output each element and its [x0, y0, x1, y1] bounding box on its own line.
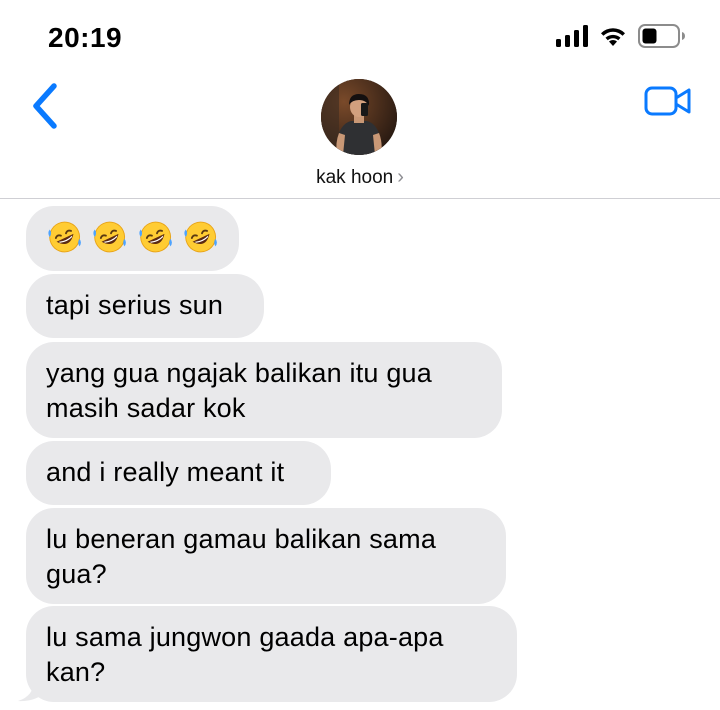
- emoji-row: [46, 219, 219, 254]
- message-bubble[interactable]: lu beneran gamau balikan sama gua?: [26, 508, 506, 604]
- messages-screen: 20:19 kak hoon › tapi serius sun yang gu…: [0, 0, 720, 710]
- chevron-right-icon: ›: [397, 166, 404, 188]
- message-bubble[interactable]: lu sama jungwon gaada apa-apa kan?: [26, 606, 517, 702]
- contact-name: kak hoon: [316, 167, 394, 188]
- rolling-on-floor-laughing-emoji: [184, 221, 217, 252]
- video-call-button[interactable]: [644, 84, 692, 118]
- avatar[interactable]: [321, 79, 397, 155]
- rolling-on-floor-laughing-emoji: [138, 221, 172, 252]
- avatar-photo: [321, 79, 397, 155]
- message-bubble[interactable]: tapi serius sun: [26, 274, 264, 338]
- header-divider: [0, 198, 720, 199]
- message-bubble[interactable]: and i really meant it: [26, 441, 331, 505]
- wifi-icon: [601, 28, 625, 46]
- message-bubble[interactable]: yang gua ngajak balikan itu gua masih sa…: [26, 342, 502, 438]
- video-camera-icon: [644, 86, 691, 116]
- battery-icon: [638, 24, 685, 48]
- contact-name-row[interactable]: kak hoon ›: [0, 166, 720, 189]
- status-time: 20:19: [48, 22, 123, 53]
- rolling-on-floor-laughing-emoji: [48, 221, 81, 252]
- rolling-on-floor-laughing-emoji: [93, 221, 127, 252]
- back-button[interactable]: [28, 82, 64, 130]
- bubble-tail: [18, 680, 44, 702]
- signal-bars-icon: [556, 25, 588, 47]
- message-bubble-emoji[interactable]: [26, 206, 239, 271]
- status-icons: [556, 24, 686, 48]
- chevron-left-icon: [33, 83, 57, 129]
